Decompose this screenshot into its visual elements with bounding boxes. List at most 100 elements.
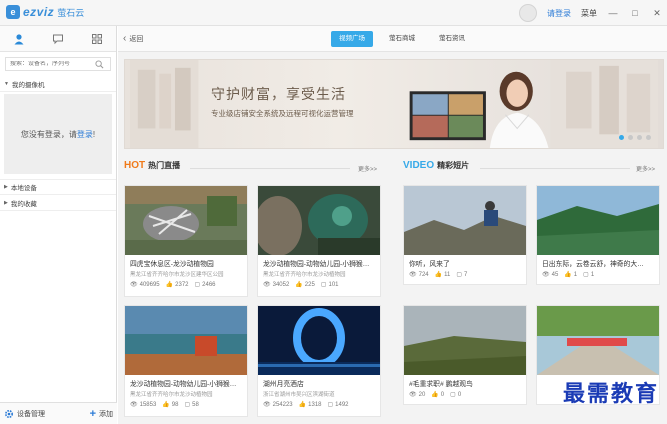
comment-icon[interactable]: ▢ — [583, 271, 589, 278]
user-avatar[interactable] — [519, 4, 537, 22]
live-card[interactable]: 龙沙动植物园-动物幼儿园-小狮猴… 黑龙江省齐齐哈尔市龙沙动植物园 👁 15853… — [124, 305, 248, 417]
live-card[interactable]: 龙沙动植物园-动物幼儿园-小狮猴… 黑龙江省齐齐哈尔市龙沙动植物园 👁 34052… — [257, 185, 381, 297]
add-label: 添加 — [99, 410, 113, 418]
sidebar-tabs — [0, 26, 116, 52]
section-my-favorites[interactable]: ▶ 我的收藏 — [0, 195, 116, 211]
video-stats: 👁 45 👍 1 ▢ 1 — [537, 268, 659, 279]
ezviz-logo-icon: e — [6, 5, 20, 19]
thumbs-up-icon[interactable]: 👍 — [166, 281, 173, 288]
tab-messages[interactable] — [39, 26, 78, 51]
like-count: 98 — [171, 401, 179, 408]
view-count: 45 — [551, 271, 559, 278]
comment-count: 1 — [590, 271, 595, 278]
thumbs-up-icon[interactable]: 👍 — [299, 401, 306, 408]
app-logo: e ezviz 萤石云 — [6, 5, 84, 19]
live-card[interactable]: 湖州月亮酒店 浙江省湖州市吴兴区滨湖街道 👁 254223 👍 1318 ▢ 1492 — [257, 305, 381, 417]
search-box — [5, 57, 111, 71]
chevron-left-icon: ‹ — [123, 33, 127, 44]
device-manage-button[interactable]: 设备管理 — [4, 409, 45, 419]
pager-dot[interactable] — [628, 135, 633, 140]
live-card[interactable]: 四虎宝休息区-龙沙动植物园 黑龙江省齐齐哈尔市龙沙区建华区公园 👁 409695 … — [124, 185, 248, 297]
view-count: 20 — [418, 391, 426, 398]
add-device-button[interactable]: + 添加 — [89, 407, 113, 420]
hot-section-cn: 热门直播 — [148, 161, 181, 170]
comment-count: 58 — [192, 401, 199, 408]
watermark: 最需教育 — [562, 381, 659, 407]
close-icon[interactable]: ✕ — [651, 7, 663, 19]
like-count: 0 — [440, 391, 445, 398]
minimize-icon[interactable]: — — [607, 7, 619, 19]
thumbs-up-icon[interactable]: 👍 — [295, 281, 302, 288]
video-card[interactable]: 你听，风来了 👁 724 👍 11 ▢ 7 — [403, 185, 527, 285]
plus-icon: + — [89, 407, 96, 420]
video-card[interactable]: #毛重求职# 鹏越观鸟 👁 20 👍 0 ▢ 0 — [403, 305, 527, 405]
tab-video-square[interactable]: 视频广场 — [331, 31, 373, 47]
video-thumbnail — [537, 186, 659, 255]
divider — [190, 168, 350, 169]
section-local-devices[interactable]: ▶ 本地设备 — [0, 179, 116, 195]
video-title: #毛重求职# 鹏越观鸟 — [409, 381, 473, 388]
live-stats: 👁 409695 👍 2372 ▢ 2466 — [125, 278, 247, 289]
gear-icon — [4, 409, 14, 418]
eye-icon: 👁 — [542, 272, 550, 278]
hot-section-en: HOT — [124, 160, 146, 171]
eye-icon: 👁 — [263, 402, 271, 408]
pager-dot[interactable] — [637, 135, 642, 140]
back-button[interactable]: ‹ 返回 — [123, 33, 143, 44]
banner-title: 守护财富，享受生活 — [211, 86, 346, 102]
like-count: 1318 — [308, 401, 322, 408]
section-my-cameras-label: 我的摄像机 — [11, 81, 45, 89]
thumbnail-image — [537, 306, 659, 375]
hot-more-link[interactable]: 更多>> — [358, 164, 377, 173]
banner-background-image — [130, 60, 658, 148]
banner-pager — [619, 135, 651, 140]
pager-dot[interactable] — [619, 135, 624, 140]
comment-icon[interactable]: ▢ — [184, 401, 190, 408]
login-inline-link[interactable]: 登录 — [77, 129, 93, 140]
thumbnail-image — [537, 186, 659, 255]
pager-dot[interactable] — [646, 135, 651, 140]
eye-icon: 👁 — [130, 282, 138, 288]
comment-icon[interactable]: ▢ — [450, 391, 456, 398]
live-thumbnail — [125, 186, 247, 255]
tab-user[interactable] — [0, 26, 39, 51]
sidebar-footer: 设备管理 + 添加 — [0, 402, 117, 424]
thumbs-up-icon[interactable]: 👍 — [431, 391, 438, 398]
view-count: 34052 — [272, 281, 290, 288]
comment-icon[interactable]: ▢ — [456, 271, 462, 278]
video-more-link[interactable]: 更多>> — [636, 164, 655, 173]
video-title: 你听，风来了 — [409, 261, 450, 268]
promo-banner[interactable]: 守护财富，享受生活 专业级店铺安全系统及远程可视化运营管理 — [124, 59, 664, 149]
search-icon[interactable] — [95, 59, 104, 69]
live-title: 湖州月亮酒店 — [263, 381, 304, 388]
view-count: 724 — [418, 271, 429, 278]
tab-ezviz-news[interactable]: 萤石资讯 — [431, 31, 473, 47]
comment-icon[interactable]: ▢ — [328, 401, 334, 408]
video-thumbnail — [537, 306, 659, 375]
sidebar: ▼ 我的摄像机 您没有登录，请登录! ▶ 本地设备 ▶ 我的收藏 设备管理 + … — [0, 26, 117, 424]
comment-icon[interactable]: ▢ — [321, 281, 327, 288]
caret-right-icon: ▶ — [4, 184, 8, 190]
thumbs-up-icon[interactable]: 👍 — [564, 271, 571, 278]
thumbs-up-icon[interactable]: 👍 — [435, 271, 442, 278]
search-input[interactable] — [10, 61, 95, 67]
live-address: 黑龙江省齐齐哈尔市龙沙动植物园 — [130, 392, 213, 398]
thumbs-up-icon[interactable]: 👍 — [162, 401, 169, 408]
login-link[interactable]: 请登录 — [547, 8, 571, 19]
view-count: 409695 — [139, 281, 160, 288]
grid-icon — [91, 33, 102, 44]
tab-ezviz-mall[interactable]: 萤石商城 — [381, 31, 423, 47]
comment-count: 7 — [464, 271, 468, 278]
live-title: 龙沙动植物园-动物幼儿园-小狮猴… — [263, 261, 370, 268]
section-my-cameras[interactable]: ▼ 我的摄像机 — [0, 76, 116, 92]
video-card[interactable]: 日出东际，云卷云舒，神奇的大… 👁 45 👍 1 ▢ 1 — [536, 185, 660, 285]
back-label: 返回 — [129, 35, 144, 43]
comment-count: 0 — [457, 391, 462, 398]
live-title: 龙沙动植物园-动物幼儿园-小狮猴… — [130, 381, 237, 388]
menu-button[interactable]: 菜单 — [581, 8, 597, 19]
banner-subtitle: 专业级店铺安全系统及远程可视化运营管理 — [211, 109, 354, 118]
maximize-icon[interactable]: □ — [629, 7, 641, 19]
tab-grid[interactable] — [77, 26, 116, 51]
comment-icon[interactable]: ▢ — [195, 281, 201, 288]
title-bar: e ezviz 萤石云 请登录 菜单 — □ ✕ — [0, 0, 667, 26]
